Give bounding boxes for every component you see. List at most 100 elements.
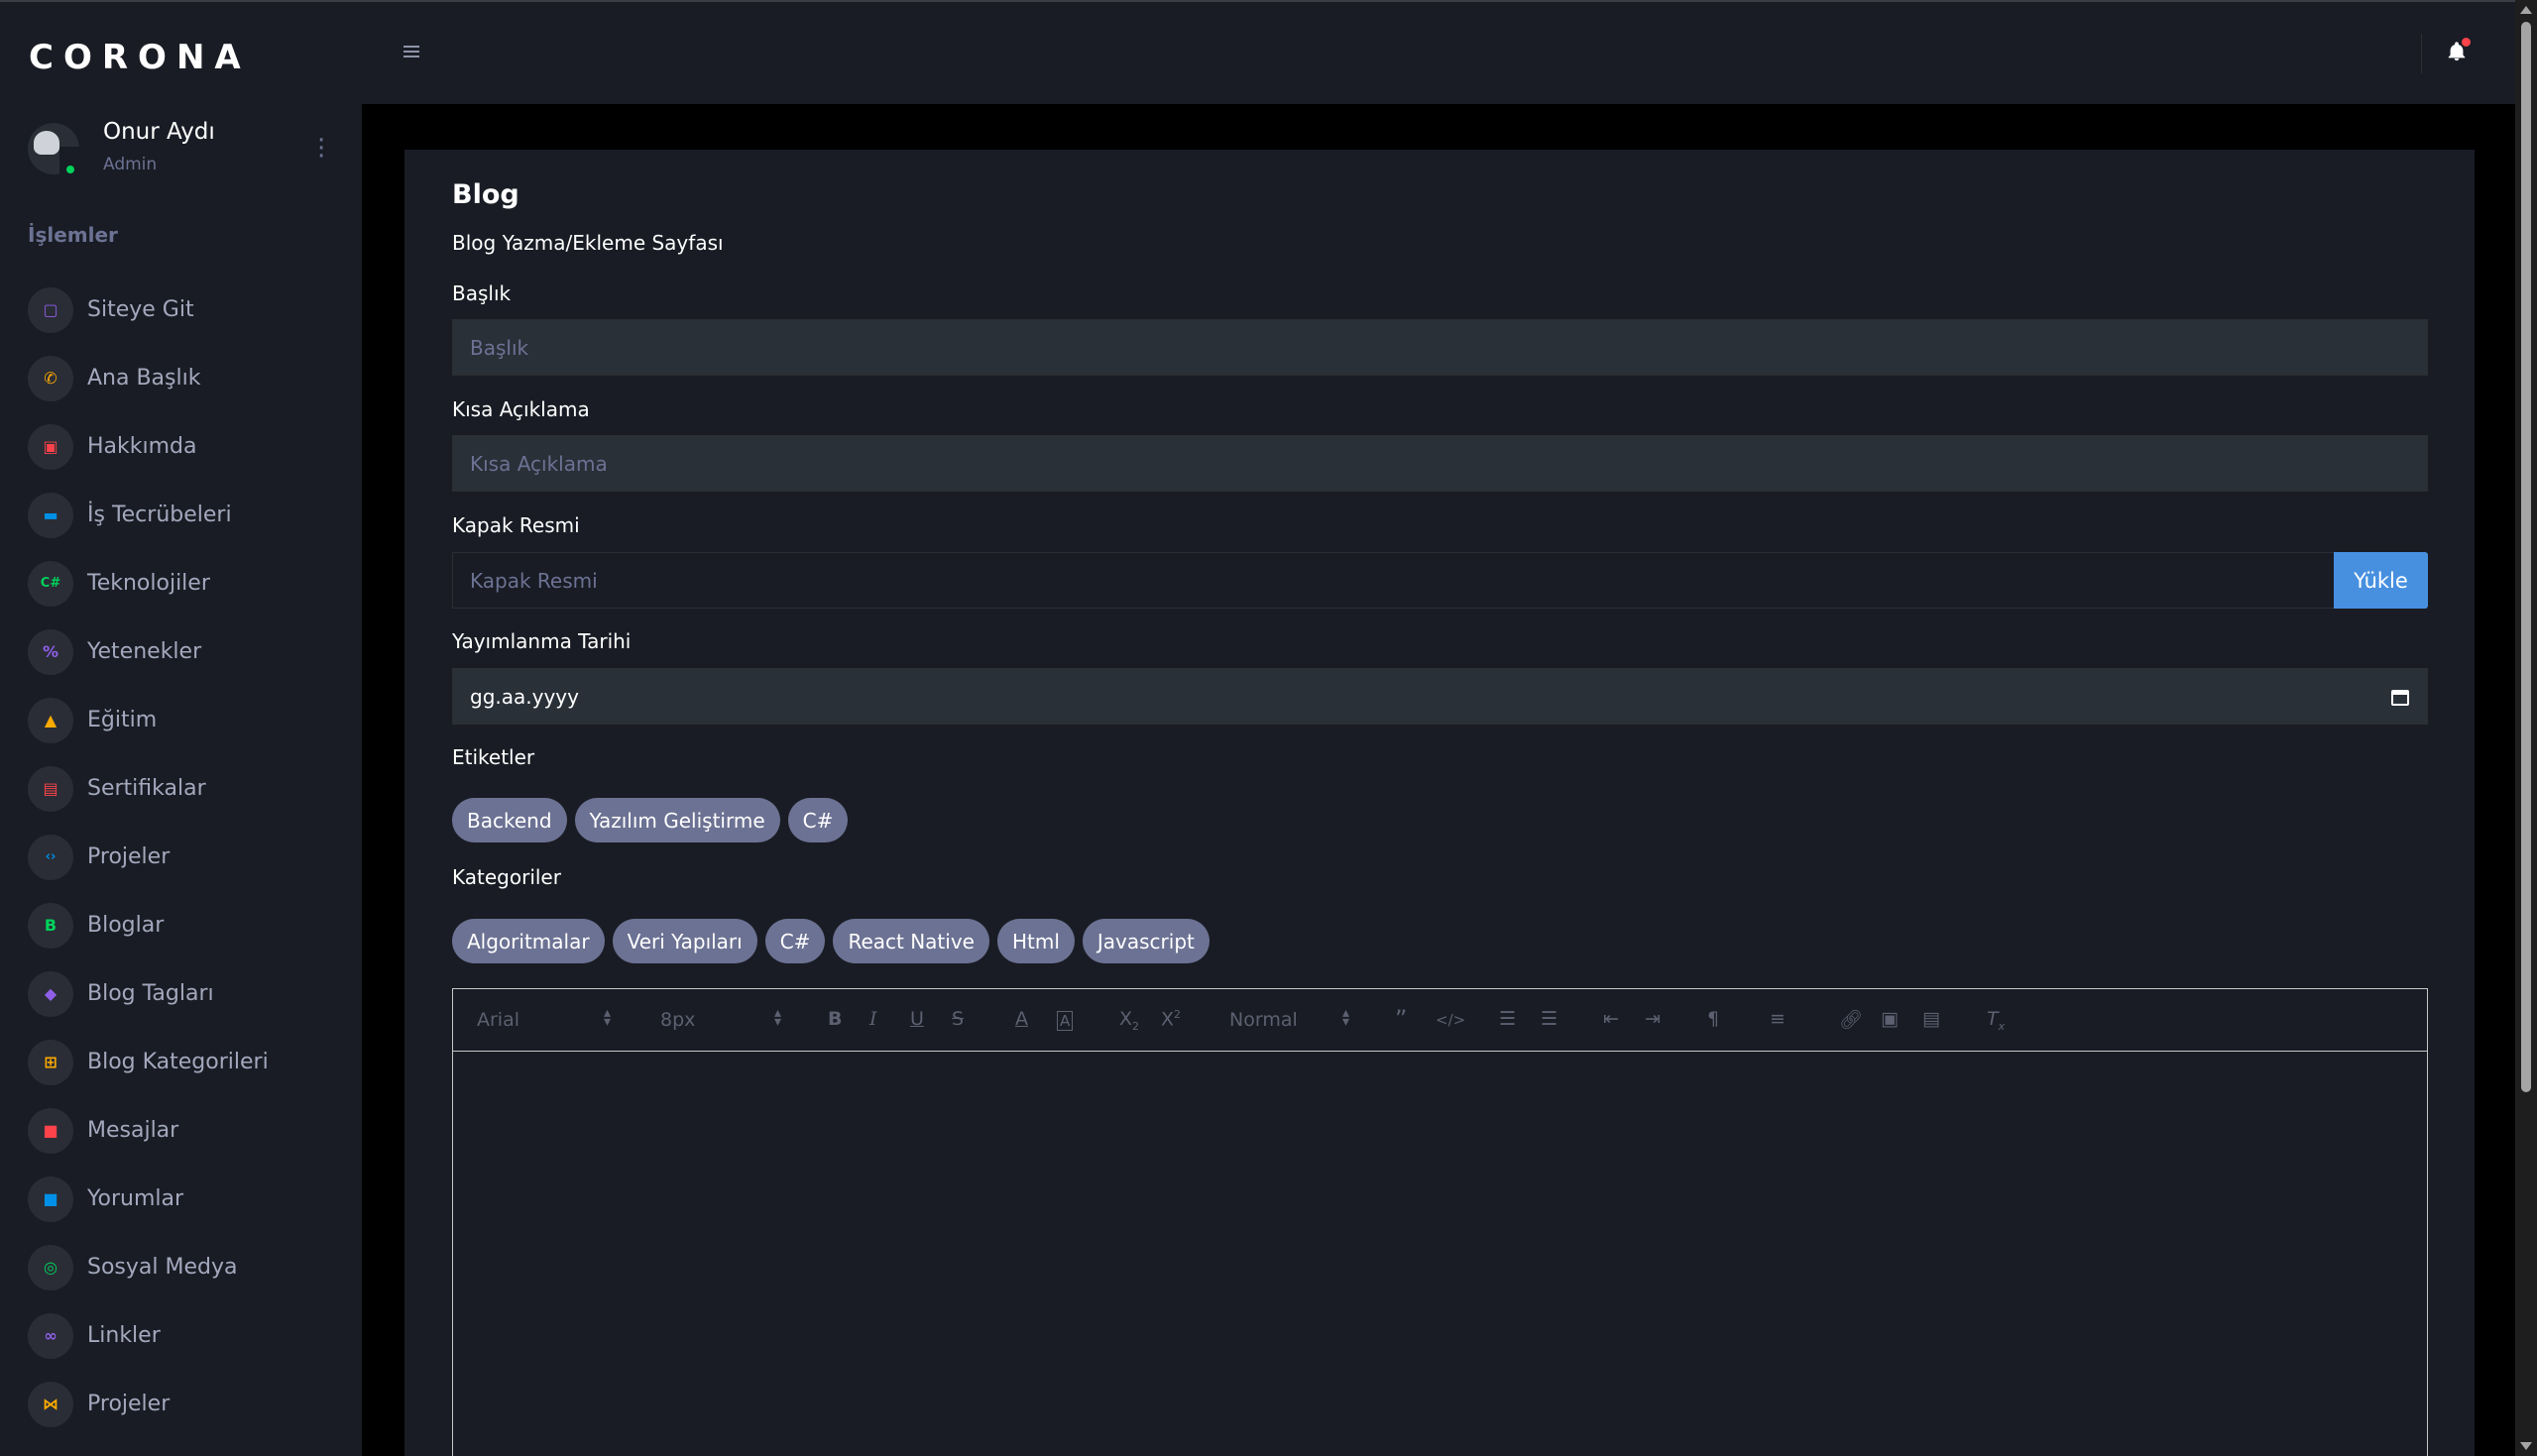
sidebar-item-linkler[interactable]: ∞ Linkler xyxy=(28,1301,345,1370)
topbar xyxy=(362,0,2515,104)
sidebar-item-yorumlar[interactable]: ■ Yorumlar xyxy=(28,1165,345,1233)
percent-icon: % xyxy=(28,628,73,675)
sidebar-item-teknolojiler[interactable]: C# Teknolojiler xyxy=(28,549,345,617)
category-chip[interactable]: React Native xyxy=(833,919,989,963)
blockquote-icon[interactable]: ” xyxy=(1395,1005,1407,1033)
sidebar-item-label: Projeler xyxy=(87,1392,171,1416)
category-chip[interactable]: Javascript xyxy=(1082,919,1210,963)
sidebar-item-bloglar[interactable]: B Bloglar xyxy=(28,891,345,959)
page-scrollbar[interactable] xyxy=(2515,0,2537,1456)
background-color-icon[interactable]: A xyxy=(1057,1011,1074,1031)
sidebar-item-label: Bloglar xyxy=(87,913,165,938)
font-select-caret-icon: ▴ ▾ xyxy=(604,1005,612,1030)
menu-toggle-icon[interactable] xyxy=(404,46,419,57)
csharp-icon: C# xyxy=(28,560,73,607)
clear-format-icon[interactable]: Tx xyxy=(1987,1008,2005,1033)
brand-logo[interactable]: CORONA xyxy=(29,38,251,77)
sidebar-item-sosyal-medya[interactable]: ◎ Sosyal Medya xyxy=(28,1233,345,1301)
sidebar-item-blog-kategorileri[interactable]: ⊞ Blog Kategorileri xyxy=(28,1028,345,1096)
more-vertical-icon[interactable]: · · · xyxy=(317,128,325,169)
category-chip[interactable]: Html xyxy=(996,919,1075,963)
sidebar-item-label: Hakkımda xyxy=(87,434,197,459)
italic-icon[interactable]: I xyxy=(869,1008,877,1030)
sidebar-item-sertifikalar[interactable]: ▤ Sertifikalar xyxy=(28,754,345,823)
outdent-icon[interactable]: ⇤ xyxy=(1603,1008,1619,1030)
sidebar-item-projeler[interactable]: ‹› Projeler xyxy=(28,823,345,891)
notification-badge xyxy=(2462,38,2471,47)
sidebar-item-label: Blog Kategorileri xyxy=(87,1050,269,1074)
briefcase-icon: ▬ xyxy=(28,492,73,538)
tag-chip[interactable]: C# xyxy=(787,798,849,842)
summary-label: Kısa Açıklama xyxy=(452,397,590,421)
cover-image-input[interactable]: Kapak Resmi xyxy=(452,552,2335,609)
subscript-icon[interactable]: X2 xyxy=(1119,1008,1139,1033)
heading-select[interactable]: Normal xyxy=(1229,1009,1298,1031)
editor-toolbar: Arial ▴ ▾ 8px ▴ ▾ B I U S A A X2 X2 Normal… xyxy=(453,989,2427,1052)
sidebar-item-eğitim[interactable]: ▲ Eğitim xyxy=(28,686,345,754)
sidebar-nav: ▢ Siteye Git ✆ Ana Başlık ▣ Hakkımda ▬ İş Tecrü… xyxy=(28,276,345,1438)
size-select-caret-icon: ▴ ▾ xyxy=(774,1005,782,1030)
strikethrough-icon[interactable]: S xyxy=(952,1008,964,1030)
sidebar-item-label: Siteye Git xyxy=(87,297,194,322)
text-direction-icon[interactable]: ¶ xyxy=(1707,1008,1719,1030)
bold-icon[interactable]: B xyxy=(828,1008,842,1030)
sidebar-item-hakkımda[interactable]: ▣ Hakkımda xyxy=(28,412,345,481)
sidebar-item-label: Ana Başlık xyxy=(87,366,201,391)
underline-icon[interactable]: U xyxy=(910,1008,924,1030)
title-input[interactable]: Başlık xyxy=(452,319,2428,376)
sidebar-item-label: İş Tecrübeleri xyxy=(87,503,232,527)
ordered-list-icon[interactable]: ☰ xyxy=(1499,1008,1516,1030)
calendar-icon[interactable] xyxy=(2391,688,2409,706)
tag-chip[interactable]: Backend xyxy=(452,798,567,842)
notifications-button[interactable] xyxy=(2421,34,2480,73)
superscript-icon[interactable]: X2 xyxy=(1161,1008,1181,1030)
sidebar-item-label: Mesajlar xyxy=(87,1118,179,1143)
sidebar-item-blog-tagları[interactable]: ◆ Blog Tagları xyxy=(28,959,345,1028)
align-icon[interactable]: ≡ xyxy=(1770,1008,1786,1030)
cover-label: Kapak Resmi xyxy=(452,513,580,537)
profile-role: Admin xyxy=(103,155,158,174)
robot-icon: ▣ xyxy=(28,423,73,470)
categories-label: Kategoriler xyxy=(452,865,561,889)
sidebar-item-siteye-git[interactable]: ▢ Siteye Git xyxy=(28,276,345,344)
font-family-select[interactable]: Arial xyxy=(477,1009,519,1031)
image-icon[interactable]: ▣ xyxy=(1881,1008,1899,1030)
graduation-cap-icon: ▲ xyxy=(28,697,73,743)
sidebar-item-mesajlar[interactable]: ■ Mesajlar xyxy=(28,1096,345,1165)
code-icon: ‹› xyxy=(28,834,73,880)
scroll-down-icon[interactable] xyxy=(2520,1442,2532,1450)
sidebar-section-label: İşlemler xyxy=(28,223,118,247)
indent-icon[interactable]: ⇥ xyxy=(1645,1008,1661,1030)
tag-chip[interactable]: Yazılım Geliştirme xyxy=(574,798,780,842)
category-chip[interactable]: Veri Yapıları xyxy=(612,919,757,963)
summary-input[interactable]: Kısa Açıklama xyxy=(452,435,2428,492)
scroll-thumb[interactable] xyxy=(2521,22,2531,1092)
user-profile[interactable]: Onur Aydı Admin · · · xyxy=(28,119,335,182)
scroll-up-icon[interactable] xyxy=(2520,6,2532,14)
upload-button[interactable]: Yükle xyxy=(2334,552,2428,609)
phone-icon: ✆ xyxy=(28,355,73,401)
link-icon: ∞ xyxy=(28,1312,73,1359)
font-size-select[interactable]: 8px xyxy=(660,1009,695,1031)
tags-label: Etiketler xyxy=(452,745,535,769)
message-icon: ■ xyxy=(28,1107,73,1154)
sidebar-item-i-ş-tecrübeleri[interactable]: ▬ İş Tecrübeleri xyxy=(28,481,345,549)
bullet-list-icon[interactable]: ☰ xyxy=(1541,1008,1557,1030)
publish-date-input[interactable]: gg.aa.yyyy xyxy=(452,668,2428,725)
categories-icon: ⊞ xyxy=(28,1039,73,1085)
text-color-icon[interactable]: A xyxy=(1015,1008,1028,1030)
link-icon[interactable]: 🔗︎ xyxy=(1839,1008,1863,1031)
window-icon: ▢ xyxy=(28,286,73,333)
online-status-icon xyxy=(64,164,76,175)
sidebar-item-label: Blog Tagları xyxy=(87,981,214,1006)
video-icon[interactable]: ▤ xyxy=(1922,1008,1940,1030)
category-chip[interactable]: C# xyxy=(764,919,826,963)
page-title: Blog xyxy=(452,179,519,210)
sidebar-item-projeler[interactable]: ⋈ Projeler xyxy=(28,1370,345,1438)
sidebar-item-yetenekler[interactable]: % Yetenekler xyxy=(28,617,345,686)
sidebar-item-ana-başlık[interactable]: ✆ Ana Başlık xyxy=(28,344,345,412)
code-block-icon[interactable]: </> xyxy=(1436,1011,1465,1029)
editor-content-area[interactable] xyxy=(453,1053,2427,1456)
heading-select-caret-icon: ▴ ▾ xyxy=(1342,1005,1350,1030)
category-chip[interactable]: Algoritmalar xyxy=(452,919,605,963)
